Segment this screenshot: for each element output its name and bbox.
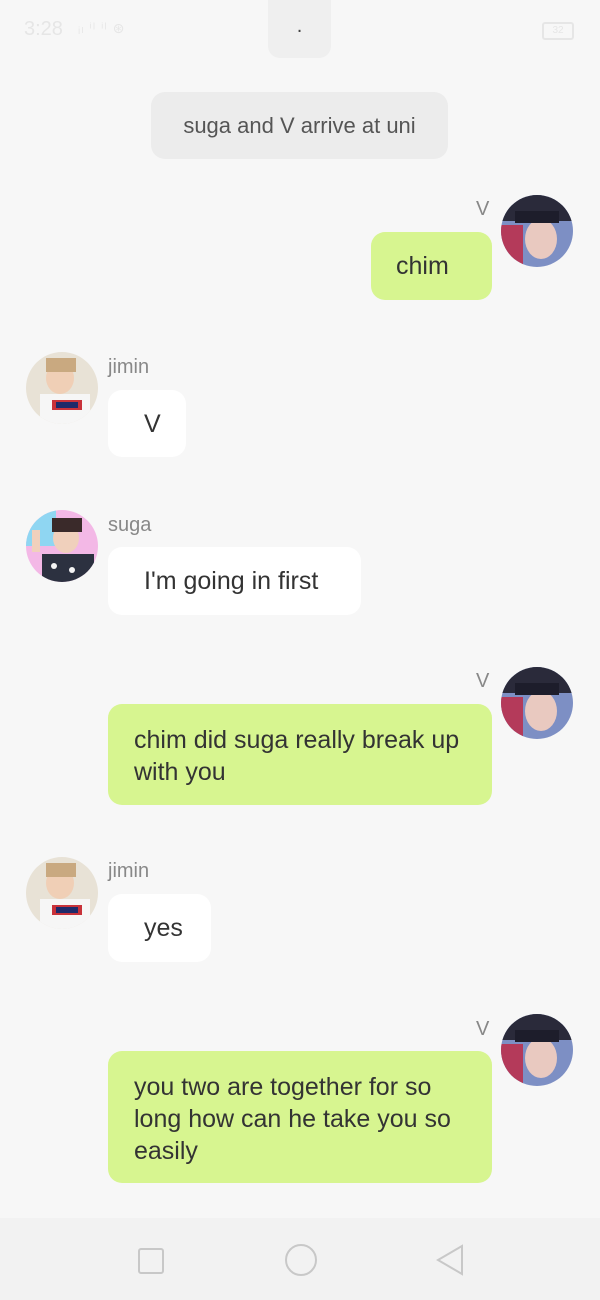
jimin-avatar[interactable] <box>26 352 98 424</box>
back-triangle-icon[interactable] <box>436 1244 464 1276</box>
home-circle-icon[interactable] <box>285 1244 317 1276</box>
message-bubble[interactable]: yes <box>108 894 211 962</box>
status-time: 3:28 <box>24 18 63 40</box>
battery-icon: 32 <box>542 22 574 40</box>
sender-name: suga <box>108 514 152 536</box>
top-notch-tab[interactable]: . <box>268 0 331 58</box>
message-bubble[interactable]: chim <box>371 232 492 300</box>
system-nav-bar <box>0 1218 600 1300</box>
message-bubble[interactable]: V <box>108 390 186 457</box>
recent-apps-square-icon[interactable] <box>138 1248 164 1274</box>
sender-name: V <box>476 1018 490 1040</box>
v-avatar[interactable] <box>501 195 573 267</box>
message-bubble[interactable]: chim did suga really break up with you <box>108 704 492 805</box>
status-bar: 3:28 ᵢₗ ⁱˡ ⁱˡ ⊛ . 32 <box>0 0 600 60</box>
v-avatar[interactable] <box>501 1014 573 1086</box>
sender-name: jimin <box>108 860 150 882</box>
sender-name: V <box>476 670 490 692</box>
message-bubble[interactable]: you two are together for so long how can… <box>108 1051 492 1183</box>
signal-icons: ᵢₗ ⁱˡ ⁱˡ ⊛ <box>78 20 126 36</box>
suga-avatar[interactable] <box>26 510 98 582</box>
sender-name: jimin <box>108 356 150 378</box>
sender-name: V <box>476 198 490 220</box>
jimin-avatar[interactable] <box>26 857 98 929</box>
narration-banner: suga and V arrive at uni <box>151 92 448 159</box>
v-avatar[interactable] <box>501 667 573 739</box>
message-bubble[interactable]: I'm going in first <box>108 547 361 615</box>
